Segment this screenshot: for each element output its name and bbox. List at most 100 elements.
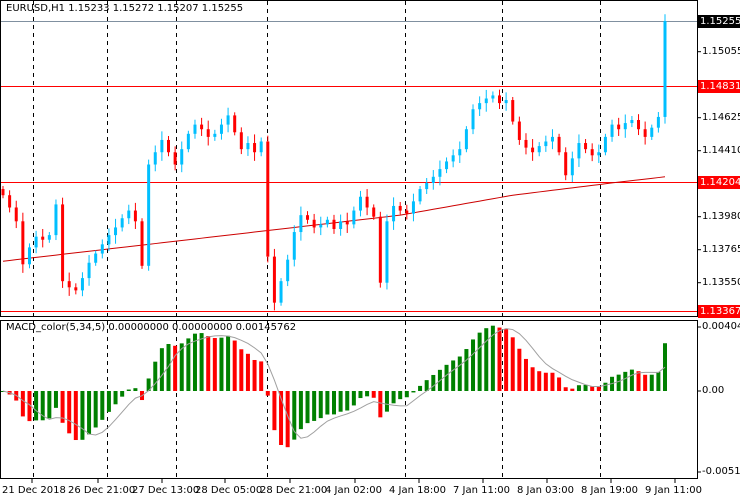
- macd-histogram-bar: [451, 360, 456, 391]
- candle-bearish: [306, 215, 310, 220]
- time-axis-label: 4 Jan 02:00: [325, 485, 382, 496]
- macd-histogram-bar: [338, 391, 343, 412]
- time-axis-label: 4 Jan 18:00: [389, 485, 446, 496]
- candle-bearish: [266, 141, 270, 257]
- candle-bullish: [47, 235, 51, 240]
- candle-bullish: [27, 247, 31, 265]
- macd-histogram-bar: [663, 343, 667, 391]
- macd-histogram-bar: [464, 349, 469, 391]
- candle-bullish: [603, 136, 607, 153]
- time-axis-label: 9 Jan 11:00: [645, 485, 702, 496]
- macd-histogram-bar: [484, 328, 489, 391]
- macd-histogram-bar: [510, 337, 515, 391]
- candle-bearish: [239, 132, 243, 150]
- candle-bullish: [153, 152, 157, 165]
- price-chart[interactable]: [0, 0, 740, 500]
- price-axis-label: 1.13765: [702, 243, 740, 255]
- macd-histogram-bar: [550, 372, 555, 391]
- macd-histogram-bar: [87, 391, 92, 435]
- macd-histogram-bar: [100, 391, 105, 420]
- macd-histogram-bar: [192, 333, 197, 391]
- macd-axis-label: -0.005122: [702, 466, 740, 477]
- candle-bullish: [425, 182, 429, 190]
- candle-bullish: [339, 221, 343, 229]
- time-axis-label: 8 Jan 19:00: [581, 485, 638, 496]
- macd-histogram-bar: [431, 374, 436, 391]
- macd-histogram-bar: [245, 353, 250, 391]
- time-axis-label: 27 Dec 13:00: [132, 485, 200, 496]
- level-price-tag: 1.14831: [698, 80, 740, 94]
- macd-histogram-bar: [106, 391, 111, 412]
- candle-bearish: [405, 210, 409, 214]
- candle-bullish: [411, 201, 415, 214]
- candle-bearish: [332, 219, 336, 229]
- candle-bullish: [650, 127, 654, 137]
- candle-bullish: [570, 158, 574, 176]
- macd-histogram-bar: [20, 391, 25, 417]
- price-axis-label: 1.13550: [702, 276, 740, 288]
- current-price-tag: 1.15255: [698, 15, 740, 28]
- macd-histogram-bar: [656, 371, 661, 391]
- macd-histogram-bar: [219, 337, 224, 391]
- candle-bearish: [564, 152, 568, 176]
- level-price-tag: 1.14204: [698, 176, 740, 190]
- level-price-tag: 1.13367: [698, 304, 740, 318]
- candle-bearish: [167, 139, 170, 153]
- candle-bullish: [445, 161, 449, 170]
- candle-bullish: [160, 139, 164, 153]
- candle-bearish: [498, 95, 501, 104]
- macd-histogram-bar: [34, 391, 39, 421]
- macd-histogram-bar: [537, 371, 542, 391]
- macd-histogram-bar: [444, 364, 449, 391]
- candle-bearish: [133, 210, 137, 222]
- macd-histogram-bar: [517, 348, 522, 391]
- macd-histogram-bar: [93, 391, 98, 428]
- macd-histogram-bar: [252, 359, 257, 391]
- macd-histogram-bar: [590, 386, 595, 391]
- macd-histogram-bar: [325, 391, 330, 415]
- macd-histogram-bar: [477, 332, 482, 391]
- candle-bullish: [246, 143, 250, 150]
- candle-bearish: [272, 256, 276, 303]
- macd-histogram-bar: [133, 388, 138, 391]
- candle-bearish: [637, 120, 641, 130]
- macd-histogram-bar: [47, 391, 52, 419]
- macd-histogram-bar: [173, 345, 178, 391]
- candle-bullish: [94, 253, 98, 263]
- candle-bullish: [54, 204, 58, 236]
- candle-bullish: [193, 124, 197, 134]
- candle-bullish: [180, 149, 184, 165]
- price-axis-label: 1.14625: [702, 111, 740, 123]
- macd-histogram-bar: [312, 391, 317, 421]
- candle-bearish: [643, 129, 647, 137]
- candle-bullish: [325, 219, 329, 225]
- macd-histogram-bar: [232, 340, 237, 391]
- macd-histogram-bar: [126, 389, 131, 391]
- candle-bullish: [213, 133, 217, 137]
- candle-bearish: [233, 115, 237, 133]
- macd-histogram-bar: [351, 391, 356, 406]
- candle-bullish: [630, 120, 634, 124]
- candle-bullish: [385, 221, 389, 283]
- macd-histogram-bar: [265, 391, 270, 396]
- macd-histogram-bar: [504, 329, 509, 391]
- candle-bullish: [352, 210, 356, 225]
- macd-histogram-bar: [497, 327, 502, 391]
- time-axis-label: 8 Jan 03:00: [517, 485, 574, 496]
- macd-histogram-bar: [239, 349, 244, 391]
- candle-bullish: [127, 210, 131, 219]
- macd-histogram-bar: [616, 374, 621, 391]
- candle-bearish: [41, 236, 45, 240]
- candle-bearish: [557, 136, 561, 153]
- candle-bullish: [100, 244, 104, 254]
- candle-bearish: [206, 129, 210, 137]
- macd-histogram-bar: [530, 367, 535, 391]
- macd-histogram-bar: [272, 391, 277, 431]
- macd-histogram-bar: [576, 385, 581, 391]
- candle-bullish: [147, 164, 151, 266]
- candle-bearish: [8, 195, 12, 208]
- candle-bullish: [451, 155, 455, 162]
- candle-bullish: [610, 124, 614, 137]
- macd-histogram-bar: [73, 391, 78, 441]
- candle-bearish: [531, 147, 535, 153]
